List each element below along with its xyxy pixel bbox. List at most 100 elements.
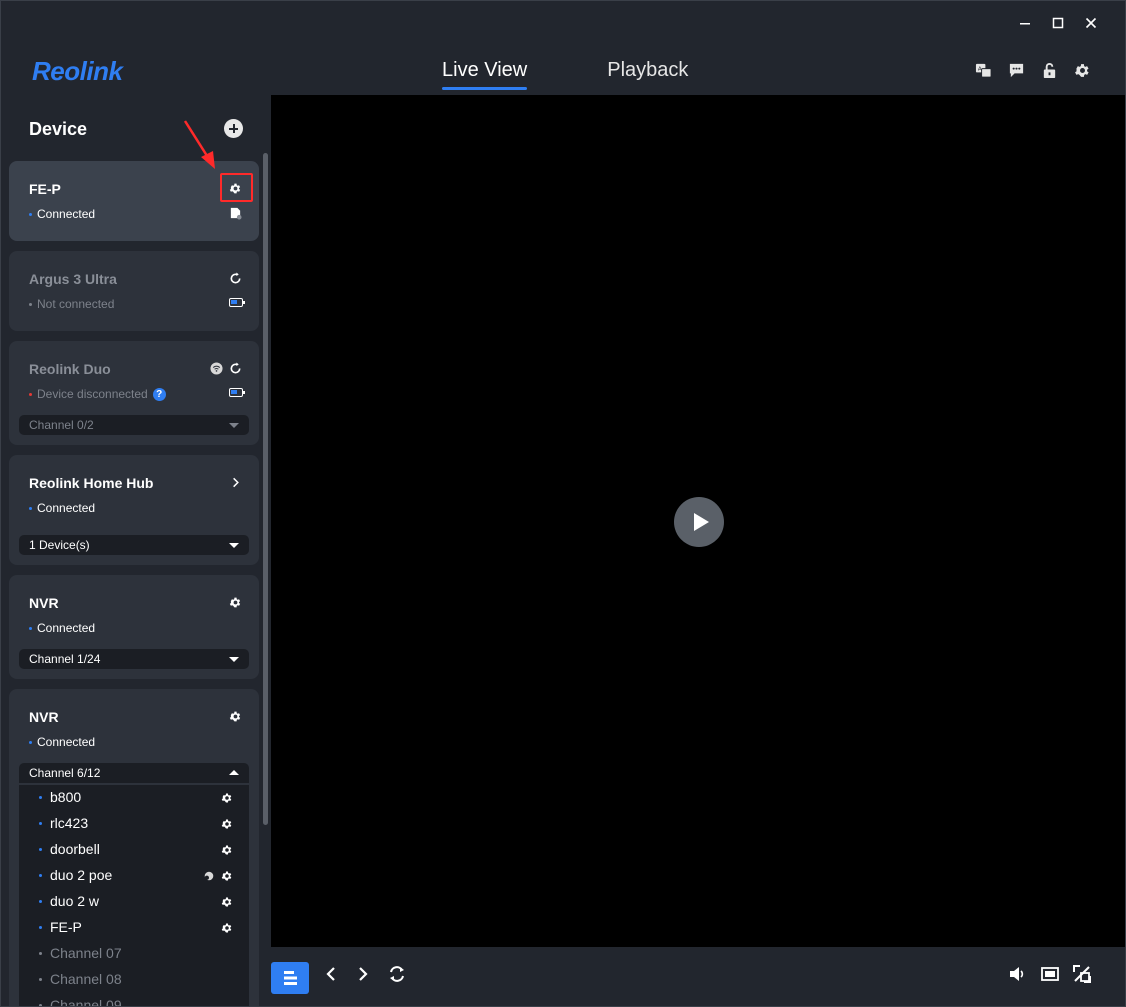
device-status: Device disconnected? (29, 387, 166, 401)
battery-icon (229, 298, 245, 307)
battery-icon (229, 388, 245, 397)
gear-icon (221, 845, 231, 854)
unlock-icon (1043, 62, 1055, 78)
device-status: Connected (29, 735, 95, 749)
channel-settings-button[interactable] (220, 817, 233, 830)
next-button[interactable] (351, 962, 375, 986)
gear-icon (221, 819, 231, 828)
channel-settings-button[interactable] (220, 921, 233, 934)
speaker-icon (1010, 967, 1024, 981)
device-name: NVR (29, 709, 59, 725)
channel-settings-button[interactable] (220, 869, 233, 882)
play-button[interactable] (674, 497, 724, 547)
status-dot (29, 392, 32, 396)
channel-settings-button[interactable] (220, 791, 233, 804)
channel-item-fe-p[interactable]: FE-P (39, 919, 82, 935)
message-button[interactable] (1007, 61, 1025, 79)
channel-item-08[interactable]: Channel 08 (39, 971, 122, 987)
status-dot (29, 626, 32, 630)
status-dot (29, 302, 32, 306)
bottom-toolbar (271, 947, 1125, 1006)
unlock-button[interactable] (1040, 61, 1058, 79)
device-card-home-hub[interactable]: Reolink Home Hub Connected 1 Device(s) (9, 455, 259, 565)
hub-devices-dropdown[interactable]: 1 Device(s) (19, 535, 249, 555)
chevron-right-icon (232, 477, 239, 487)
channel-dropdown[interactable]: Channel 0/2 (19, 415, 249, 435)
device-settings-button[interactable] (228, 709, 242, 723)
toggle-sidebar-button[interactable] (271, 962, 309, 994)
chevron-up-icon (229, 770, 239, 775)
channel-item-duo-2-w[interactable]: duo 2 w (39, 893, 99, 909)
recording-icon (202, 869, 215, 882)
refresh-button[interactable] (385, 962, 409, 986)
gear-icon (221, 871, 231, 880)
reconnect-button[interactable] (228, 271, 242, 285)
status-dot (29, 506, 32, 510)
previous-button[interactable] (319, 962, 343, 986)
maximize-button[interactable] (1041, 11, 1074, 35)
chevron-down-icon (229, 543, 239, 548)
sidebar-scrollbar[interactable] (263, 153, 268, 825)
device-status: Not connected (29, 297, 114, 311)
device-status: Connected (29, 207, 95, 221)
refresh-icon (230, 361, 241, 373)
app-header: Reolink Live View Playback A (1, 37, 1125, 95)
device-card-nvr-2[interactable]: NVR Connected Channel 6/12 b800 rlc423 d… (9, 689, 259, 1006)
status-dot (29, 212, 32, 216)
sidebar-title: Device (29, 119, 88, 139)
chevron-down-icon (229, 423, 239, 428)
add-device-button[interactable] (224, 119, 243, 138)
refresh-icon (230, 271, 241, 283)
reolink-logo: Reolink (32, 56, 123, 86)
device-settings-button[interactable] (228, 595, 242, 609)
device-sidebar: Device FE-P Connected Argus 3 Ultra Not … (1, 95, 271, 1006)
open-hub-button[interactable] (228, 475, 242, 489)
aspect-ratio-button[interactable] (1038, 962, 1062, 986)
gear-icon (229, 711, 240, 721)
svg-text:A: A (977, 66, 981, 72)
device-name: Reolink Duo (29, 361, 111, 377)
channel-item-b800[interactable]: b800 (39, 789, 81, 805)
device-card-argus-3-ultra[interactable]: Argus 3 Ultra Not connected (9, 251, 259, 331)
annotation-highlight-box (220, 173, 253, 202)
chevron-down-icon (229, 657, 239, 662)
volume-button[interactable] (1005, 962, 1029, 986)
close-icon (1085, 17, 1096, 29)
window-controls (1008, 11, 1107, 35)
message-icon (1009, 63, 1023, 77)
minimize-icon (1019, 23, 1030, 25)
reconnect-button[interactable] (228, 361, 242, 375)
channel-settings-button[interactable] (220, 843, 233, 856)
language-button[interactable]: A (974, 61, 992, 79)
close-button[interactable] (1074, 11, 1107, 35)
device-card-reolink-duo[interactable]: Reolink Duo Device disconnected? Channel… (9, 341, 259, 445)
header-toolbar: A (974, 61, 1091, 79)
tab-playback[interactable]: Playback (607, 59, 688, 90)
channel-item-07[interactable]: Channel 07 (39, 945, 122, 961)
tab-live-view[interactable]: Live View (442, 59, 528, 90)
settings-button[interactable] (1073, 61, 1091, 79)
device-card-nvr-1[interactable]: NVR Connected Channel 1/24 (9, 575, 259, 679)
channel-item-rlc423[interactable]: rlc423 (39, 815, 88, 831)
device-name: NVR (29, 595, 59, 611)
device-name: FE-P (29, 181, 61, 197)
fullscreen-button[interactable] (1070, 962, 1094, 986)
gear-icon (221, 923, 231, 932)
sidebar-list-icon (284, 971, 297, 985)
minimize-button[interactable] (1008, 11, 1041, 35)
channel-item-doorbell[interactable]: doorbell (39, 841, 100, 857)
chevron-right-icon (359, 967, 368, 981)
sd-card-icon (228, 206, 242, 220)
gear-icon (229, 597, 240, 607)
language-icon: A (975, 63, 992, 78)
channel-settings-button[interactable] (220, 895, 233, 908)
help-icon[interactable]: ? (152, 387, 166, 401)
channel-item-09[interactable]: Channel 09 (39, 997, 122, 1006)
channel-dropdown[interactable]: Channel 1/24 (19, 649, 249, 669)
device-name: Reolink Home Hub (29, 475, 154, 491)
status-dot (29, 740, 32, 744)
channel-item-duo-2-poe[interactable]: duo 2 poe (39, 867, 112, 883)
settings-icon (1074, 63, 1089, 77)
live-view-video[interactable] (271, 95, 1125, 947)
channel-dropdown-expanded[interactable]: Channel 6/12 (19, 763, 249, 783)
